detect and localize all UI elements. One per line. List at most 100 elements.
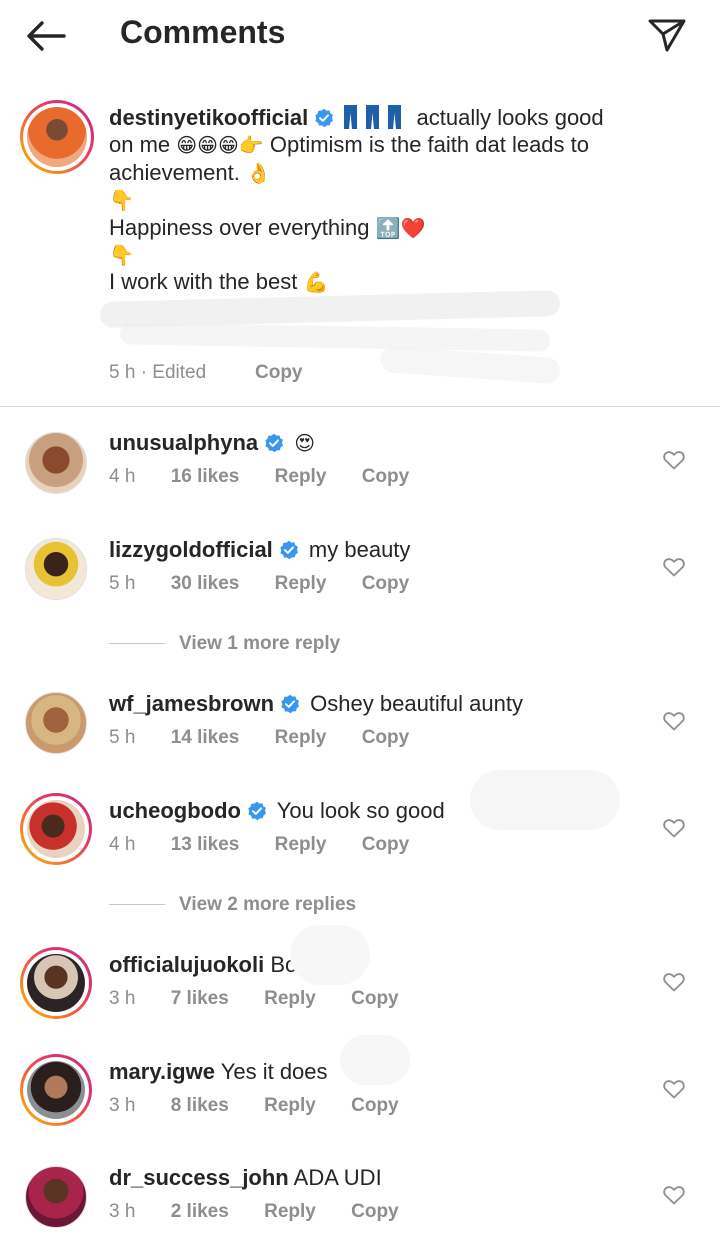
caption-username[interactable]: destinyetikoofficial [109,105,308,130]
copy-button[interactable]: Copy [351,1201,399,1222]
heart-icon[interactable] [663,1185,685,1205]
comment-item: lizzygoldofficial my beauty 5 h 30 likes… [0,537,720,627]
like-count[interactable]: 13 likes [171,834,240,855]
comment-time: 3 h [109,1095,136,1116]
background-smudge [290,925,370,985]
caption-time: 5 h [109,362,136,383]
caption-avatar-ring[interactable] [20,100,94,174]
heart-icon[interactable] [663,450,685,470]
redacted-text-smudge [119,322,551,352]
like-count[interactable]: 2 likes [171,1201,229,1222]
caption-text: destinyetikoofficial actually looks good… [109,104,689,296]
grin-point-emoji: 😁😁😁👉 [176,133,264,158]
comment-username[interactable]: officialujuokoli [109,952,264,977]
comment-item: unusualphyna 😍 4 h 16 likes Reply Copy [0,430,720,520]
back-arrow-icon[interactable] [24,18,68,54]
edited-label: · Edited [140,362,207,383]
redacted-text-smudge [379,345,561,385]
comment-username[interactable]: dr_success_john [109,1165,289,1190]
verified-badge-icon [248,801,266,821]
caption-line-3: achievement. [109,159,240,185]
comment-meta: 3 h 7 likes Reply Copy [109,988,429,1010]
comment-text: Oshey beautiful aunty [310,691,523,716]
comment-text: my beauty [308,537,411,562]
ok-hand-emoji: 👌 [245,160,271,185]
page-title: Comments [120,14,286,50]
heart-icon[interactable] [663,972,685,992]
comment-username[interactable]: wf_jamesbrown [109,691,274,716]
copy-button[interactable]: Copy [351,988,399,1009]
like-count[interactable]: 16 likes [171,466,240,487]
comment-username[interactable]: ucheogbodo [109,798,241,823]
caption-meta: 5 h · Edited [109,362,206,384]
copy-button[interactable]: Copy [362,573,410,594]
comment-meta: 3 h 8 likes Reply Copy [109,1095,429,1117]
comment-text: You look so good [276,798,445,823]
view-more-replies[interactable]: View 1 more reply [109,633,340,655]
copy-button[interactable]: Copy [362,727,410,748]
heart-icon[interactable] [663,818,685,838]
verified-badge-icon [315,108,334,128]
jeans-icon [388,105,402,129]
top-bar: Comments [0,0,720,72]
paper-plane-icon[interactable] [646,14,688,56]
verified-badge-icon [265,433,284,453]
pointing-down-emoji: 👇 [109,242,134,267]
reply-button[interactable]: Reply [275,727,327,748]
reply-button[interactable]: Reply [264,988,316,1009]
comment-item: dr_success_john ADA UDI 3 h 2 likes Repl… [0,1165,720,1240]
avatar [27,107,87,167]
reply-button[interactable]: Reply [275,466,327,487]
comment-meta: 4 h 16 likes Reply Copy [109,466,439,488]
comment-text: 😍 [294,431,316,455]
copy-button[interactable]: Copy [362,466,410,487]
heart-icon[interactable] [663,711,685,731]
comment-time: 3 h [109,1201,136,1222]
caption-line-6: I work with the best [109,269,298,295]
pointing-down-emoji: 👇 [109,188,134,213]
comment-username[interactable]: mary.igwe [109,1059,215,1084]
divider [109,643,165,645]
divider [0,406,720,407]
comment-username[interactable]: unusualphyna [109,430,258,455]
comment-meta: 5 h 14 likes Reply Copy [109,727,439,749]
comment-item: wf_jamesbrown Oshey beautiful aunty 5 h … [0,691,720,781]
reply-button[interactable]: Reply [275,834,327,855]
heart-icon[interactable] [663,557,685,577]
copy-button[interactable]: Copy [362,834,410,855]
comment-time: 5 h [109,727,136,748]
comment-meta: 5 h 30 likes Reply Copy [109,573,439,595]
comment-time: 4 h [109,834,136,855]
caption-line-2-prefix: on me [109,132,171,158]
comment-username[interactable]: lizzygoldofficial [109,537,273,562]
copy-button[interactable]: Copy [351,1095,399,1116]
heart-icon[interactable] [663,1079,685,1099]
jeans-icon [366,105,380,129]
caption-line-2: Optimism is the faith dat leads to [269,132,589,158]
caption-copy-button[interactable]: Copy [255,362,303,384]
comment-time: 4 h [109,466,136,487]
like-count[interactable]: 14 likes [171,727,240,748]
reply-button[interactable]: Reply [275,573,327,594]
verified-badge-icon [281,694,300,714]
comment-text: ADA UDI [293,1165,382,1190]
like-count[interactable]: 7 likes [171,988,229,1009]
like-count[interactable]: 8 likes [171,1095,229,1116]
flexed-biceps-emoji: 💪 [303,270,329,295]
jeans-icon [344,105,358,129]
caption-line-1: actually looks good [416,105,604,130]
view-more-replies[interactable]: View 2 more replies [109,894,356,916]
background-smudge [340,1035,410,1085]
comment-meta: 4 h 13 likes Reply Copy [109,834,439,856]
caption-line-4: Happiness over everything [109,214,370,240]
divider [109,904,165,906]
reply-button[interactable]: Reply [264,1095,316,1116]
top-heart-emoji: 🔝❤️ [375,215,426,240]
comment-meta: 3 h 2 likes Reply Copy [109,1201,429,1223]
reply-button[interactable]: Reply [264,1201,316,1222]
comment-time: 3 h [109,988,136,1009]
comment-time: 5 h [109,573,136,594]
verified-badge-icon [280,540,298,560]
like-count[interactable]: 30 likes [171,573,240,594]
comment-text: Yes it does [220,1059,328,1084]
